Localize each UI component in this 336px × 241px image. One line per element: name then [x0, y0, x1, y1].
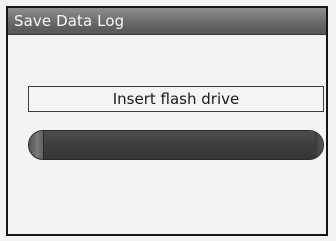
screen: Save Data Log Insert flash drive: [6, 6, 328, 236]
progress-bar: [28, 130, 324, 160]
message-text: Insert flash drive: [112, 90, 240, 108]
progress-body: [44, 131, 323, 159]
message-box: Insert flash drive: [28, 86, 324, 112]
title-bar: Save Data Log: [8, 8, 326, 35]
progress-cap-right: [315, 131, 323, 159]
progress-fill: [29, 131, 323, 159]
device-frame: Save Data Log Insert flash drive: [0, 0, 336, 241]
window-title: Save Data Log: [14, 12, 125, 30]
progress-cap-left: [29, 131, 44, 159]
